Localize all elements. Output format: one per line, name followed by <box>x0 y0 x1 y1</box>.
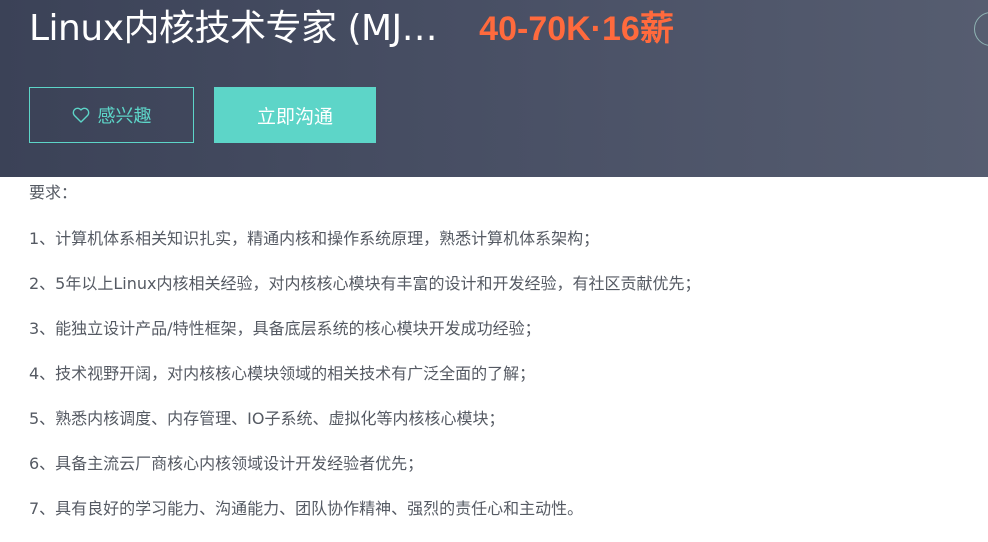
requirement-item: 1、计算机体系相关知识扎实，精通内核和操作系统原理，熟悉计算机体系架构； <box>29 229 600 248</box>
requirements-list: 1、计算机体系相关知识扎实，精通内核和操作系统原理，熟悉计算机体系架构； 2、5… <box>29 227 969 542</box>
job-description: 要求： 1、计算机体系相关知识扎实，精通内核和操作系统原理，熟悉计算机体系架构；… <box>29 181 969 542</box>
requirement-item: 6、具备主流云厂商核心内核领域设计开发经验者优先； <box>29 454 424 473</box>
chat-now-button[interactable]: 立即沟通 <box>214 87 376 143</box>
job-title: Linux内核技术专家 (MJ… <box>29 8 438 49</box>
requirement-item: 5、熟悉内核调度、内存管理、IO子系统、虚拟化等内核核心模块； <box>29 409 505 428</box>
interest-button[interactable]: 感兴趣 <box>29 87 194 143</box>
requirements-heading: 要求： <box>29 183 78 202</box>
interest-button-label: 感兴趣 <box>97 106 152 127</box>
salary-label: 40-70K·16薪 <box>479 10 674 48</box>
requirement-item: 4、技术视野开阔，对内核核心模块领域的相关技术有广泛全面的了解； <box>29 364 536 383</box>
circle-icon[interactable] <box>974 12 988 46</box>
requirement-item: 3、能独立设计产品/特性框架，具备底层系统的核心模块开发成功经验； <box>29 319 541 338</box>
job-header: Linux内核技术专家 (MJ… 40-70K·16薪 感兴趣 立即沟通 <box>0 0 988 177</box>
chat-now-button-label: 立即沟通 <box>256 105 333 128</box>
heart-outline-icon <box>72 107 89 123</box>
requirement-item: 2、5年以上Linux内核相关经验，对内核核心模块有丰富的设计和开发经验，有社区… <box>29 274 701 293</box>
requirement-item: 7、具有良好的学习能力、沟通能力、团队协作精神、强烈的责任心和主动性。 <box>29 499 584 518</box>
title-row: Linux内核技术专家 (MJ… 40-70K·16薪 <box>29 4 674 54</box>
